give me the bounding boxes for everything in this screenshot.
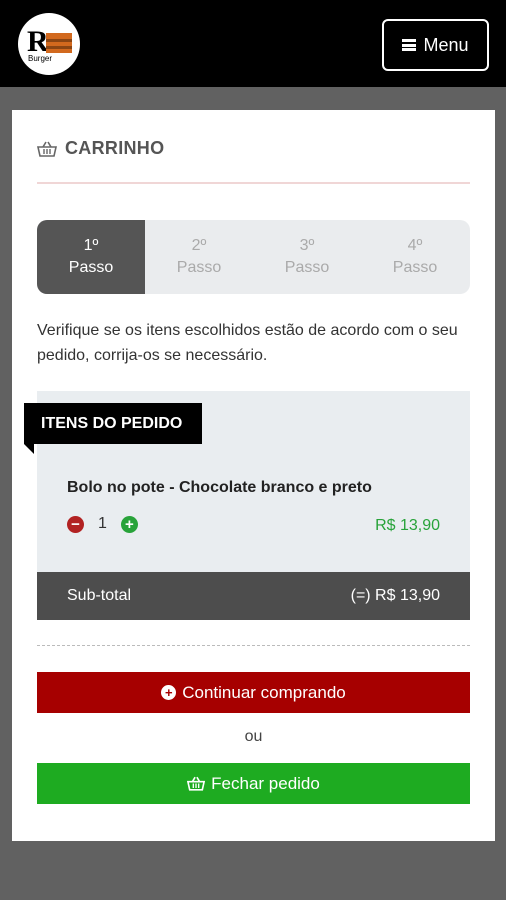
- menu-label: Menu: [423, 34, 469, 55]
- checkout-button[interactable]: Fechar pedido: [37, 763, 470, 804]
- basket-icon: [187, 776, 206, 791]
- rburger-logo-icon: R Burger: [27, 25, 72, 63]
- step-label: Passo: [284, 259, 330, 276]
- hamburger-icon: [402, 39, 417, 51]
- subtotal-bar: Sub-total (=) R$ 13,90: [37, 572, 470, 620]
- item-price: R$ 13,90: [375, 517, 440, 534]
- step-label: Passo: [392, 259, 438, 276]
- dashed-divider: [37, 645, 470, 646]
- subtotal-value: (=) R$ 13,90: [350, 587, 440, 604]
- quantity-stepper: − 1 +: [67, 515, 138, 533]
- continue-shopping-button[interactable]: + Continuar comprando: [37, 672, 470, 713]
- cart-card: CARRINHO 1º Passo 2º Passo 3º Passo 4º P…: [12, 110, 495, 841]
- title-divider: [37, 182, 470, 184]
- checkout-label: Fechar pedido: [211, 773, 320, 793]
- step-label: Passo: [176, 259, 222, 276]
- step-number: 1º: [83, 237, 99, 255]
- step-2[interactable]: 2º Passo: [145, 220, 253, 294]
- or-separator: ou: [244, 728, 263, 745]
- menu-button[interactable]: Menu: [382, 19, 489, 71]
- checkout-steps: 1º Passo 2º Passo 3º Passo 4º Passo: [37, 220, 470, 294]
- plus-circle-icon: +: [161, 685, 177, 700]
- page-title: CARRINHO: [37, 138, 164, 159]
- basket-icon: [37, 141, 57, 157]
- order-items-panel: ITENS DO PEDIDO Bolo no pote - Chocolate…: [24, 391, 470, 620]
- subtotal-label: Sub-total: [67, 587, 132, 604]
- step-1[interactable]: 1º Passo: [37, 220, 145, 294]
- item-quantity: 1: [98, 515, 107, 532]
- ribbon-fold: [24, 444, 34, 454]
- brand-logo[interactable]: R Burger: [18, 13, 80, 75]
- step-4[interactable]: 4º Passo: [361, 220, 469, 294]
- step-label: Passo: [68, 259, 114, 276]
- instructions-text: Verifique se os itens escolhidos estão d…: [37, 322, 458, 364]
- step-3[interactable]: 3º Passo: [253, 220, 361, 294]
- step-number: 4º: [407, 237, 423, 255]
- continue-label: Continuar comprando: [182, 682, 346, 702]
- cart-title: CARRINHO: [65, 138, 165, 158]
- step-number: 2º: [191, 237, 207, 255]
- item-name: Bolo no pote - Chocolate branco e preto: [67, 479, 372, 496]
- minus-circle-icon[interactable]: −: [67, 515, 84, 533]
- step-number: 3º: [299, 237, 315, 255]
- top-bar: R Burger Menu: [0, 0, 506, 87]
- plus-circle-icon[interactable]: +: [120, 515, 138, 533]
- items-heading: ITENS DO PEDIDO: [24, 403, 202, 444]
- svg-text:Burger: Burger: [28, 54, 52, 63]
